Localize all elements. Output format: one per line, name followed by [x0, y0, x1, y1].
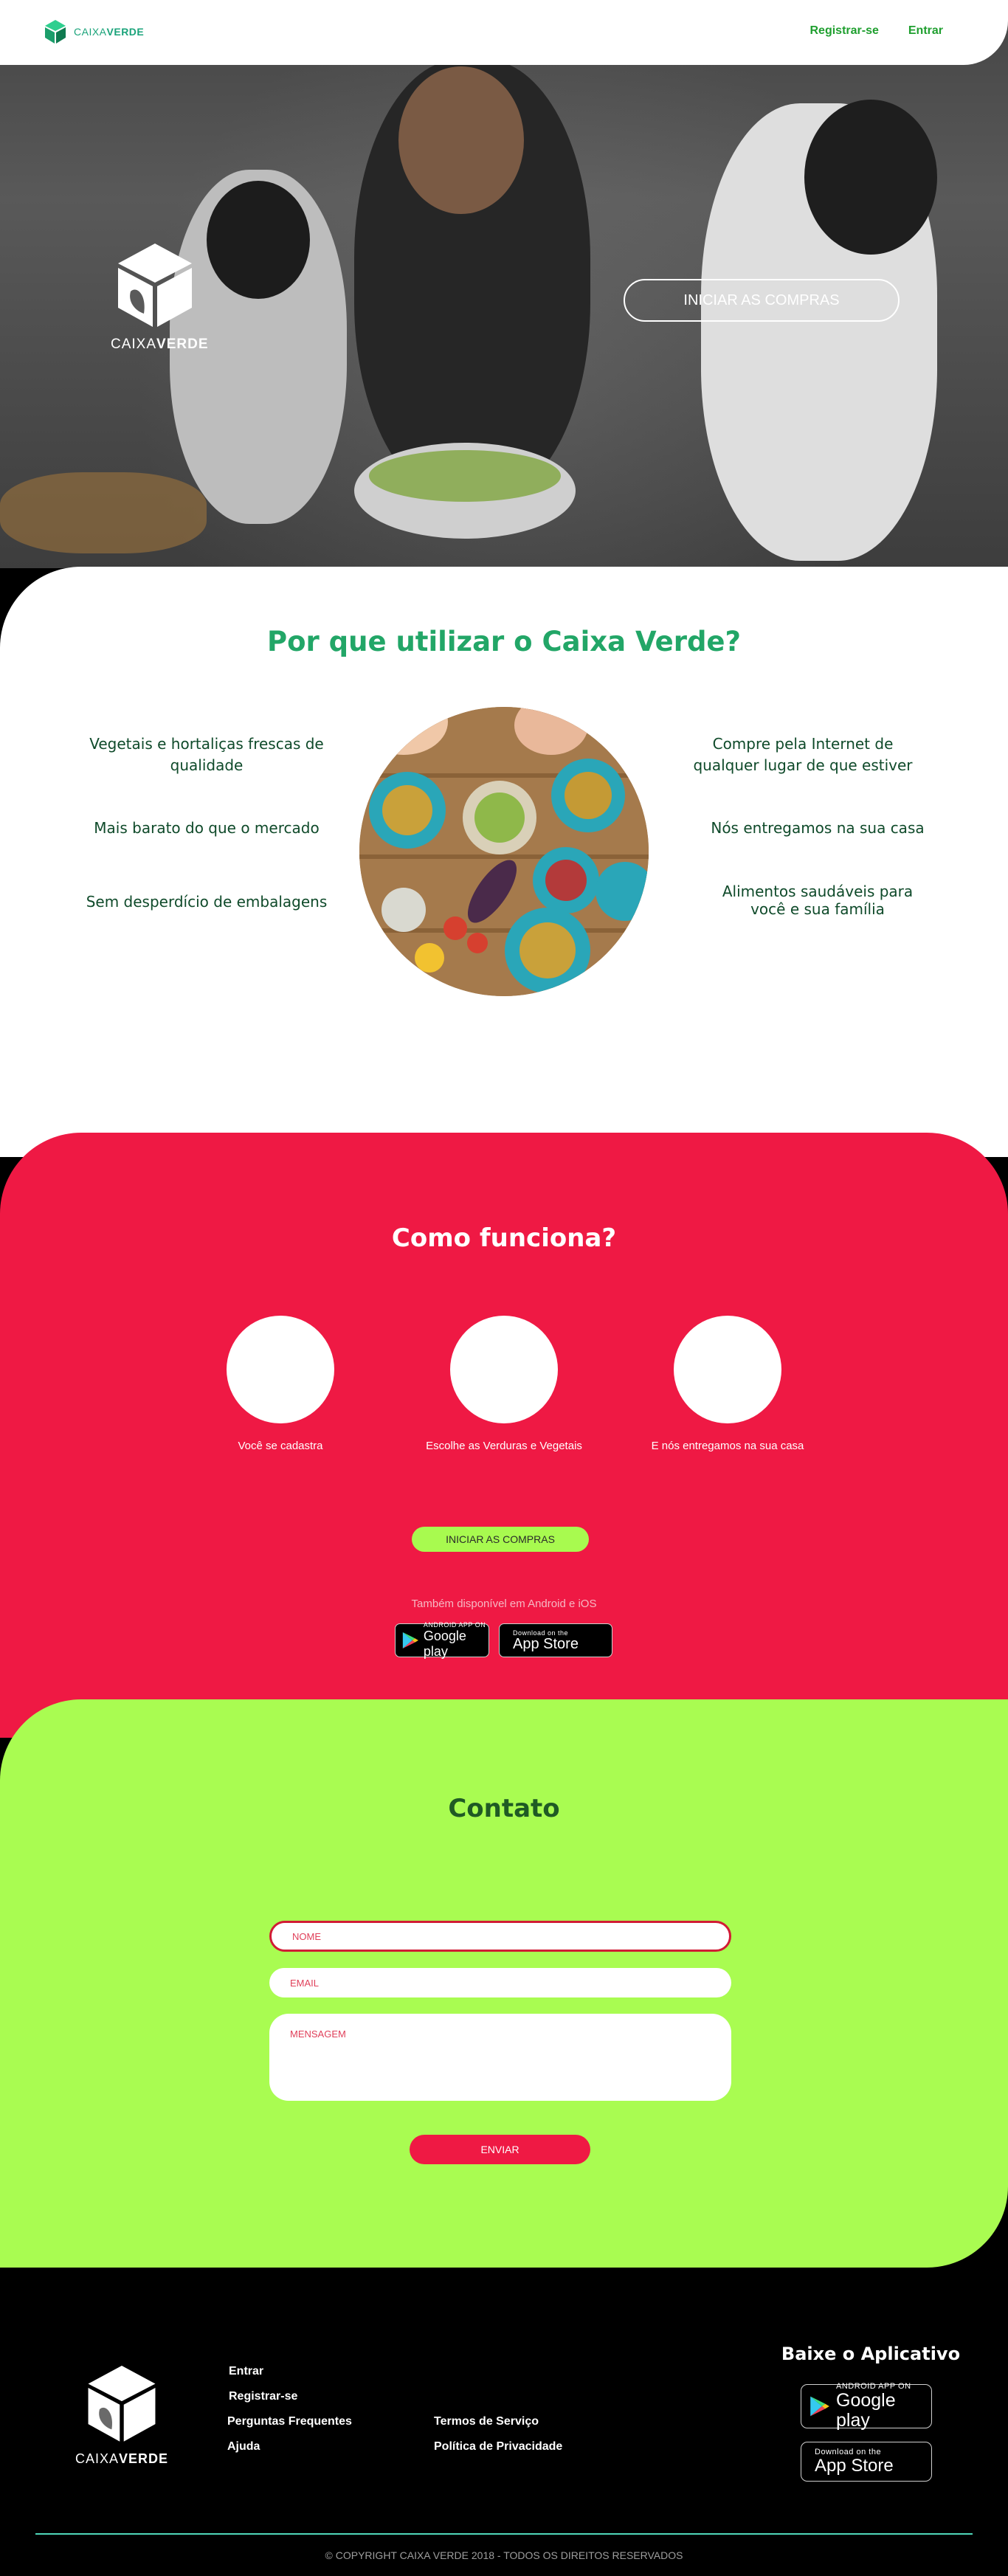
- nav-links: Registrar-se Entrar: [810, 24, 944, 38]
- feature-no-packaging-waste: Sem desperdício de embalagens: [86, 893, 328, 911]
- top-nav: CAIXAVERDE Registrar-se Entrar: [0, 0, 1008, 65]
- hero-section: CAIXAVERDE INICIAR AS COMPRAS: [0, 0, 1008, 568]
- how-start-shopping-button[interactable]: INICIAR AS COMPRAS: [412, 1527, 589, 1552]
- footer-link-terms[interactable]: Termos de Serviço: [434, 2415, 539, 2428]
- footer-link-register[interactable]: Registrar-se: [229, 2390, 297, 2403]
- email-field[interactable]: [269, 1968, 731, 1997]
- app-store-big-text: App Store: [815, 2456, 894, 2476]
- hero-photo-figure: [804, 100, 937, 255]
- copyright-text: © COPYRIGHT CAIXA VERDE 2018 - TODOS OS …: [325, 2549, 683, 2561]
- download-app-title: Baixe o Aplicativo: [781, 2344, 961, 2364]
- nav-brand-text: CAIXAVERDE: [74, 26, 145, 38]
- google-play-icon: [402, 1631, 418, 1649]
- footer-app-store-badge[interactable]: Download on the App Store: [801, 2442, 932, 2482]
- food-photo-illustration: [359, 707, 649, 996]
- google-play-icon: [810, 2396, 829, 2417]
- footer-divider: [35, 2533, 973, 2535]
- nav-register-link[interactable]: Registrar-se: [810, 24, 879, 38]
- footer: CAIXAVERDE Entrar Registrar-se Perguntas…: [0, 2268, 1008, 2576]
- step-caption: Escolhe as Verduras e Vegetais: [426, 1440, 582, 1452]
- feature-healthy-food: Alimentos saudáveis para você e sua famí…: [722, 883, 914, 918]
- cube-logo-icon: [88, 2366, 156, 2442]
- app-store-small-text: Download on the: [513, 1629, 569, 1637]
- available-platforms-text: Também disponível em Android e iOS: [411, 1598, 597, 1610]
- hero-start-shopping-button[interactable]: INICIAR AS COMPRAS: [624, 279, 900, 322]
- step-icon-circle: [227, 1316, 334, 1423]
- name-field[interactable]: [269, 1921, 731, 1952]
- footer-brand-text: CAIXAVERDE: [75, 2451, 169, 2466]
- google-play-big-text: Google play: [423, 1629, 466, 1659]
- feature-fresh-vegetables: Vegetais e hortaliças frescas de qualida…: [89, 735, 324, 774]
- step-icon-circle: [450, 1316, 558, 1423]
- app-store-badge[interactable]: Download on the App Store: [499, 1623, 612, 1657]
- feature-home-delivery: Nós entregamos na sua casa: [711, 819, 925, 837]
- send-button[interactable]: ENVIAR: [410, 2135, 590, 2164]
- step-icon-circle: [674, 1316, 781, 1423]
- feature-buy-online: Compre pela Internet de qualquer lugar d…: [693, 735, 913, 774]
- food-table-photo: [359, 707, 649, 996]
- hero-logo: CAIXAVERDE: [111, 240, 209, 353]
- nav-login-link[interactable]: Entrar: [908, 24, 943, 38]
- why-section: Por que utilizar o Caixa Verde? Vegetais…: [0, 567, 1008, 1157]
- footer-google-play-badge[interactable]: ANDROID APP ON Google play: [801, 2382, 932, 2431]
- how-it-works-section: Como funciona? Você se cadastra Escolhe …: [0, 1133, 1008, 1738]
- hero-photo-figure: [398, 66, 524, 214]
- footer-link-privacy[interactable]: Política de Privacidade: [434, 2440, 562, 2454]
- why-title: Por que utilizar o Caixa Verde?: [267, 626, 741, 657]
- app-store-big-text: App Store: [513, 1635, 579, 1652]
- google-play-small-text: ANDROID APP ON: [423, 1621, 486, 1629]
- step-caption: E nós entregamos na sua casa: [651, 1440, 804, 1452]
- step-delivery: E nós entregamos na sua casa: [632, 1316, 824, 1452]
- footer-link-login[interactable]: Entrar: [229, 2365, 263, 2378]
- hero-brand-text: CAIXAVERDE: [111, 336, 209, 352]
- contact-section: Contato ENVIAR: [0, 1699, 1008, 2268]
- message-field[interactable]: [269, 2014, 731, 2101]
- hero-photo-figure: [207, 181, 310, 299]
- how-title: Como funciona?: [391, 1223, 617, 1253]
- step-choose-vegetables: Escolhe as Verduras e Vegetais: [408, 1316, 600, 1452]
- google-play-big-text: Google play: [836, 2390, 896, 2431]
- contact-title: Contato: [448, 1794, 560, 1823]
- step-register: Você se cadastra: [184, 1316, 376, 1452]
- google-play-badge[interactable]: ANDROID APP ON Google play: [395, 1621, 489, 1659]
- feature-cheaper: Mais barato do que o mercado: [94, 819, 320, 837]
- nav-logo[interactable]: CAIXAVERDE: [44, 19, 144, 44]
- footer-link-faq[interactable]: Perguntas Frequentes: [227, 2415, 352, 2428]
- step-caption: Você se cadastra: [238, 1440, 323, 1452]
- cube-logo-icon: [118, 244, 192, 327]
- footer-link-help[interactable]: Ajuda: [227, 2440, 260, 2454]
- cube-logo-icon: [45, 20, 66, 44]
- footer-logo[interactable]: CAIXAVERDE: [74, 2362, 170, 2467]
